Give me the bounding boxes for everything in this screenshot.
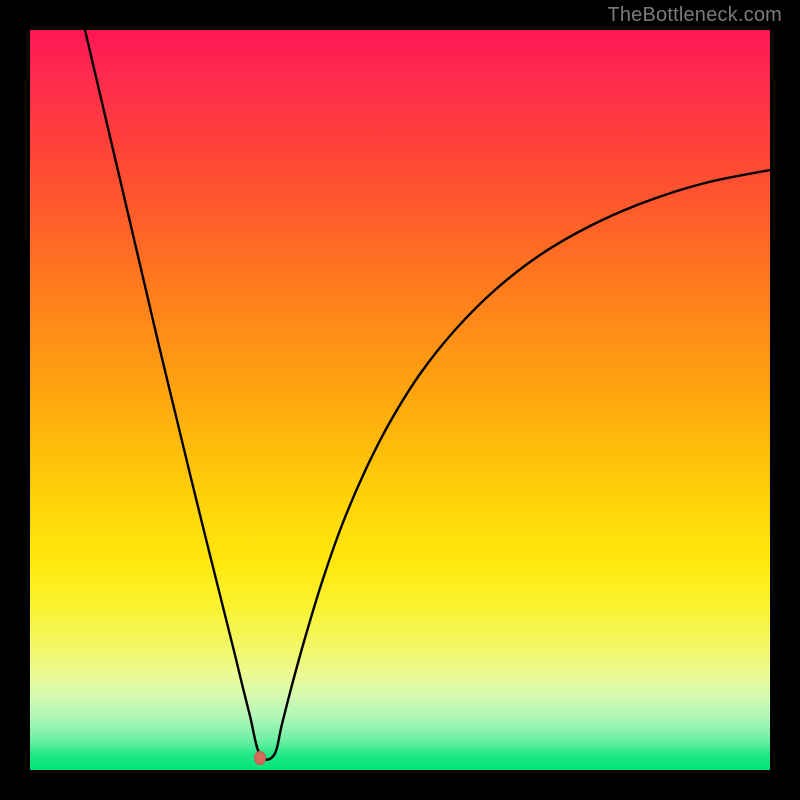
bottleneck-curve [30,30,770,770]
watermark-text: TheBottleneck.com [607,4,782,27]
chart-stage: TheBottleneck.com [0,0,800,800]
plot-area [30,30,770,770]
minimum-marker [254,751,266,765]
